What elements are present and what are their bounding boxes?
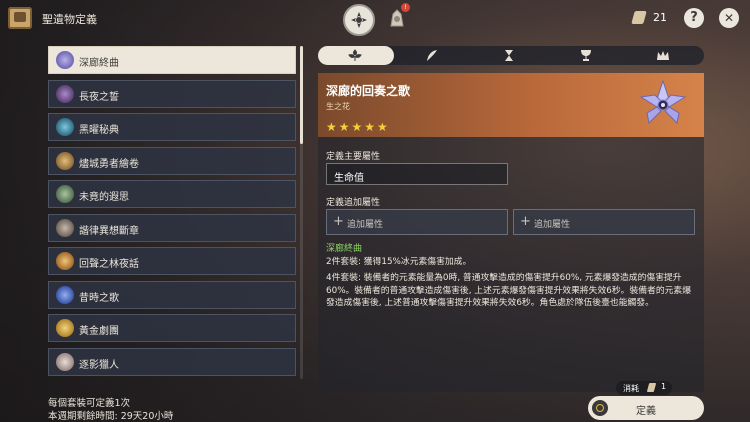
main-stat-selector[interactable]: 生命值: [326, 163, 508, 185]
set-icon: [56, 252, 74, 270]
tab-goblet[interactable]: [549, 46, 625, 65]
set-item-label: 回聲之林夜話: [79, 259, 139, 270]
set-icon: [56, 84, 74, 103]
top-bar: 聖遺物定義 ! 21 ? ✕: [0, 0, 750, 38]
definition-limit-note: 每個套裝可定義1次: [48, 398, 131, 409]
tab-flower[interactable]: [318, 46, 394, 65]
hourglass-icon: [505, 50, 513, 61]
artifact-set-list: 深廊終曲 長夜之誓 黑曜秘典 燼城勇者繪卷 未竟的遐思 諧律異想斷章 回聲之林夜…: [48, 46, 296, 379]
set-item-label: 長夜之誓: [79, 91, 119, 103]
main-stat-heading: 定義主要屬性: [326, 152, 381, 162]
set-item-label: 燼城勇者繪卷: [79, 158, 139, 170]
feather-icon: [427, 50, 437, 61]
tab-artifact-definition[interactable]: [343, 4, 375, 36]
define-button[interactable]: 定義: [588, 396, 704, 420]
set-icon: [56, 118, 74, 136]
sub-stat-placeholder: 追加屬性: [534, 220, 571, 230]
notification-badge: !: [401, 3, 410, 12]
set-item[interactable]: 深廊終曲: [48, 46, 296, 74]
set-icon: [56, 218, 74, 237]
sub-stat-placeholder: 追加屬性: [347, 220, 384, 230]
dream-solvent-icon: [631, 11, 647, 24]
set-icon: [56, 319, 74, 337]
flower-icon: [348, 49, 362, 61]
slot-filter-bar: [318, 46, 704, 65]
artifact-card: 深廊的回奏之歌 生之花 ★★★★★: [318, 73, 704, 137]
tab-plume[interactable]: [395, 46, 471, 65]
sub-stat-slot-2[interactable]: + 追加屬性: [513, 209, 695, 235]
close-button[interactable]: ✕: [719, 8, 739, 28]
set-name: 深廊終曲: [326, 244, 363, 254]
set-item[interactable]: 燼城勇者繪卷: [48, 146, 296, 175]
set-item[interactable]: 長夜之誓: [48, 79, 296, 108]
tab-artifact-strongbox[interactable]: !: [385, 3, 410, 30]
dream-solvent-counter: 21: [631, 9, 673, 27]
rarity-stars: ★★★★★: [326, 120, 390, 134]
artifact-name: 深廊的回奏之歌: [326, 84, 411, 98]
set-icon: [56, 185, 74, 203]
set-item-label: 逐影獵人: [79, 359, 119, 371]
set-item[interactable]: 黃金劇團: [48, 314, 296, 342]
set-bonus-2pc: 2件套裝: 獲得15%冰元素傷害加成。: [326, 257, 472, 267]
sub-stat-heading: 定義追加屬性: [326, 198, 381, 208]
plus-icon: +: [520, 214, 531, 229]
cost-value: 1: [661, 382, 667, 391]
set-item-label: 黃金劇團: [79, 326, 119, 337]
set-item-label: 未竟的遐思: [79, 192, 129, 203]
set-bonus-4pc: 4件套裝: 裝備者的元素能量為0時, 普通攻擊造成的傷害提升60%, 元素爆發造…: [326, 273, 692, 308]
goblet-icon: [581, 50, 591, 61]
tab-sands[interactable]: [472, 46, 548, 65]
tab-circlet[interactable]: [626, 46, 702, 65]
sub-stat-slot-1[interactable]: + 追加屬性: [326, 209, 508, 235]
set-item[interactable]: 逐影獵人: [48, 347, 296, 376]
set-item-label: 諧律異想斷章: [79, 225, 139, 237]
set-item[interactable]: 昔時之歌: [48, 280, 296, 309]
cost-label: 消耗: [623, 384, 639, 393]
crown-icon: [657, 51, 669, 60]
set-icon: [56, 51, 74, 69]
flower-emblem-icon: [351, 12, 367, 28]
set-item-label: 昔時之歌: [79, 292, 119, 304]
dream-solvent-icon: [646, 383, 657, 392]
confirm-circle-icon: [592, 400, 608, 416]
artifact-slot-type: 生之花: [326, 102, 350, 111]
define-button-label: 定義: [636, 406, 656, 417]
set-icon: [56, 151, 74, 170]
set-icon: [56, 352, 74, 371]
artifact-strongbox-icon: [8, 7, 32, 29]
main-stat-value: 生命值: [334, 173, 364, 184]
help-button[interactable]: ?: [684, 8, 704, 28]
set-item[interactable]: 回聲之林夜話: [48, 247, 296, 275]
artifact-flower-image: [639, 79, 687, 125]
set-icon: [56, 285, 74, 304]
set-item[interactable]: 黑曜秘典: [48, 113, 296, 141]
cycle-remaining-time: 本週期剩餘時間: 29天20小時: [48, 411, 174, 422]
set-item-label: 深廊終曲: [79, 58, 119, 69]
currency-value: 21: [653, 11, 667, 24]
set-item[interactable]: 未竟的遐思: [48, 180, 296, 208]
page-title: 聖遺物定義: [42, 13, 97, 26]
set-item-label: 黑曜秘典: [79, 125, 119, 136]
list-scrollbar-thumb[interactable]: [300, 46, 303, 144]
cost-indicator: 消耗 1: [616, 381, 672, 395]
set-item[interactable]: 諧律異想斷章: [48, 213, 296, 242]
plus-icon: +: [333, 214, 344, 229]
